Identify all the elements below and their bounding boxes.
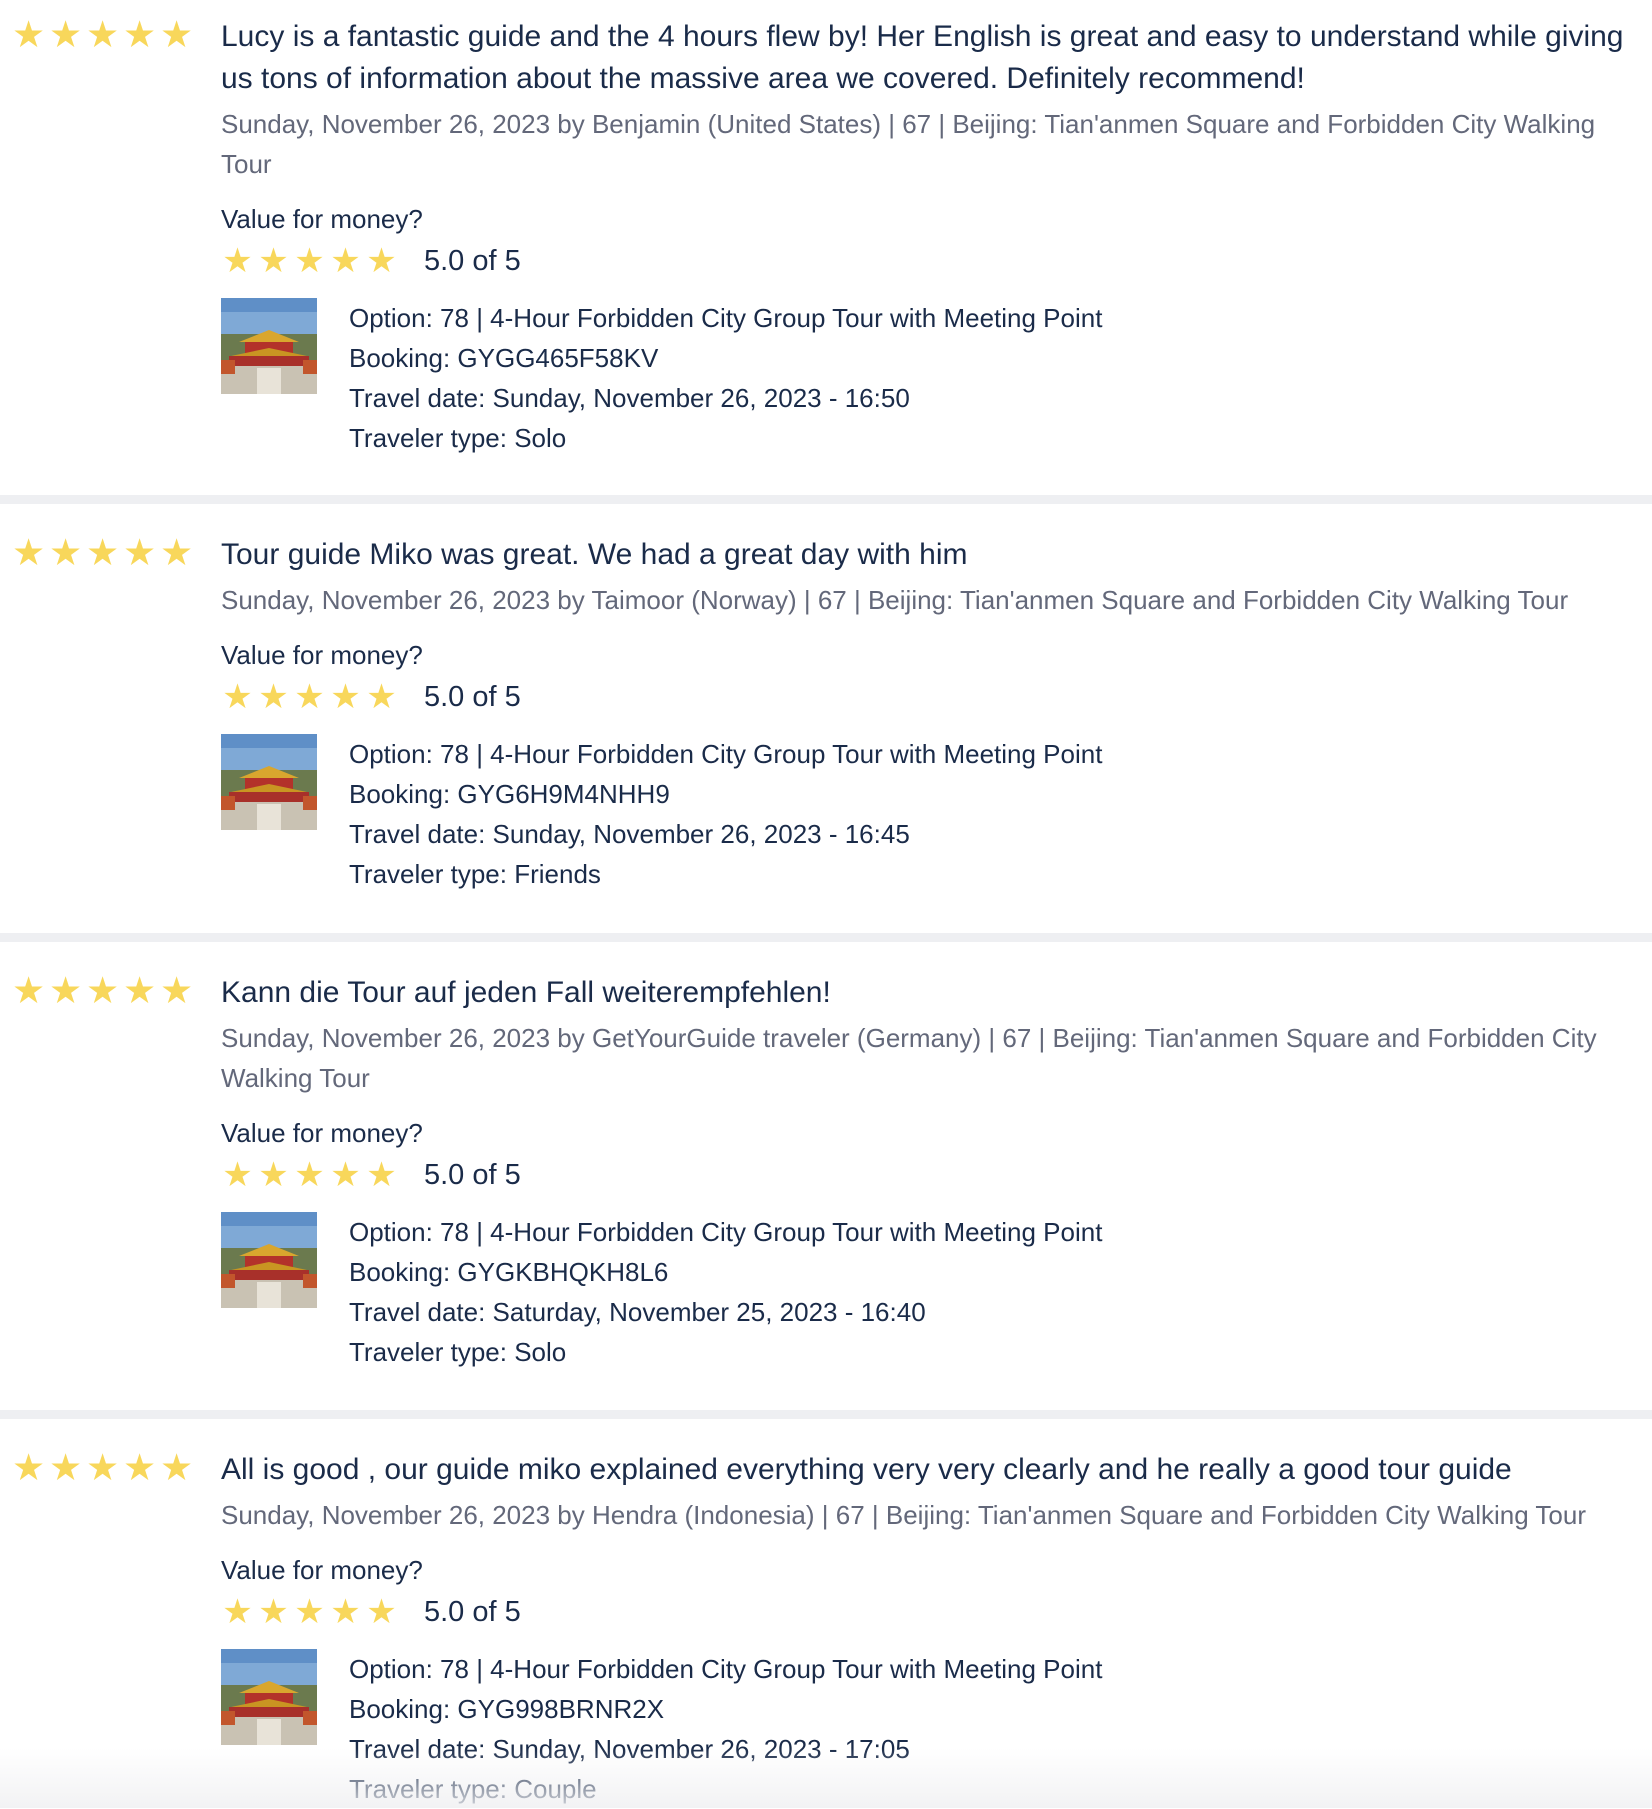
star-icon: ★ xyxy=(222,1593,253,1631)
star-icon: ★ xyxy=(258,678,289,716)
tour-thumbnail[interactable] xyxy=(221,734,317,830)
review-title: Kann die Tour auf jeden Fall weiterempfe… xyxy=(221,976,831,1009)
star-icon: ★ xyxy=(330,1593,361,1631)
traveler-type: Traveler type: Solo xyxy=(349,1337,567,1367)
star-icon: ★ xyxy=(366,242,397,280)
star-icon: ★ xyxy=(49,1447,83,1488)
value-for-money-rating: ★ ★ ★ ★ ★ 5.0 of 5 xyxy=(221,1589,1646,1635)
value-for-money-rating: ★ ★ ★ ★ ★ 5.0 of 5 xyxy=(221,238,1646,284)
review-rating-stars: ★ ★ ★ ★ ★ xyxy=(12,972,193,1009)
option-name: Option: 78 | 4-Hour Forbidden City Group… xyxy=(349,303,1103,333)
review-rating-stars: ★ ★ ★ ★ ★ xyxy=(12,1449,193,1486)
star-icon: ★ xyxy=(12,14,46,55)
review-rating-stars: ★ ★ ★ ★ ★ xyxy=(12,16,193,53)
forbidden-city-image xyxy=(221,1212,317,1308)
traveler-type: Traveler type: Solo xyxy=(349,423,567,453)
value-for-money-score: 5.0 of 5 xyxy=(424,680,521,713)
star-icon: ★ xyxy=(160,1447,194,1488)
star-icon: ★ xyxy=(294,678,325,716)
star-icon: ★ xyxy=(258,1156,289,1194)
star-icon: ★ xyxy=(86,532,120,573)
forbidden-city-image xyxy=(221,298,317,394)
review-title: All is good , our guide miko explained e… xyxy=(221,1453,1512,1486)
star-icon: ★ xyxy=(49,14,83,55)
star-icon: ★ xyxy=(258,1593,289,1631)
star-icon: ★ xyxy=(222,678,253,716)
forbidden-city-image xyxy=(221,1649,317,1745)
star-icon: ★ xyxy=(294,1593,325,1631)
option-name: Option: 78 | 4-Hour Forbidden City Group… xyxy=(349,739,1103,769)
travel-date: Travel date: Sunday, November 26, 2023 -… xyxy=(349,819,910,849)
star-icon: ★ xyxy=(330,678,361,716)
value-for-money-label: Value for money? xyxy=(221,640,423,670)
star-icon: ★ xyxy=(86,14,120,55)
booking-code: Booking: GYG998BRNR2X xyxy=(349,1694,665,1724)
tour-thumbnail[interactable] xyxy=(221,1649,317,1745)
booking-code: Booking: GYGKBHQKH8L6 xyxy=(349,1257,669,1287)
star-icon: ★ xyxy=(123,14,157,55)
star-icon: ★ xyxy=(294,1156,325,1194)
booking-code: Booking: GYG6H9M4NHH9 xyxy=(349,779,670,809)
review-meta: Sunday, November 26, 2023 by GetYourGuid… xyxy=(221,1023,1597,1093)
star-icon: ★ xyxy=(222,242,253,280)
star-icon: ★ xyxy=(123,970,157,1011)
value-for-money-score: 5.0 of 5 xyxy=(424,1595,521,1628)
forbidden-city-image xyxy=(221,734,317,830)
star-icon: ★ xyxy=(258,242,289,280)
star-icon: ★ xyxy=(49,532,83,573)
travel-date: Travel date: Sunday, November 26, 2023 -… xyxy=(349,383,910,413)
travel-date: Travel date: Sunday, November 26, 2023 -… xyxy=(349,1734,910,1764)
star-icon: ★ xyxy=(366,1593,397,1631)
star-icon: ★ xyxy=(330,242,361,280)
traveler-type: Traveler type: Couple xyxy=(349,1774,597,1804)
star-icon: ★ xyxy=(330,1156,361,1194)
review-meta: Sunday, November 26, 2023 by Benjamin (U… xyxy=(221,109,1596,179)
review-rating-stars: ★ ★ ★ ★ ★ xyxy=(12,534,193,571)
star-icon: ★ xyxy=(366,678,397,716)
value-for-money-label: Value for money? xyxy=(221,1118,423,1148)
review-meta: Sunday, November 26, 2023 by Hendra (Ind… xyxy=(221,1500,1586,1530)
star-icon: ★ xyxy=(294,242,325,280)
tour-thumbnail[interactable] xyxy=(221,1212,317,1308)
review-title: Lucy is a fantastic guide and the 4 hour… xyxy=(221,20,1624,95)
value-for-money-stars: ★ ★ ★ ★ ★ xyxy=(221,1158,398,1192)
booking-code: Booking: GYGG465F58KV xyxy=(349,343,659,373)
value-for-money-score: 5.0 of 5 xyxy=(424,244,521,277)
value-for-money-stars: ★ ★ ★ ★ ★ xyxy=(221,244,398,278)
star-icon: ★ xyxy=(49,970,83,1011)
tour-thumbnail[interactable] xyxy=(221,298,317,394)
review-divider xyxy=(0,495,1652,504)
booking-details: Option: 78 | 4-Hour Forbidden City Group… xyxy=(221,1649,1646,1809)
star-icon: ★ xyxy=(366,1156,397,1194)
option-name: Option: 78 | 4-Hour Forbidden City Group… xyxy=(349,1654,1103,1684)
value-for-money-rating: ★ ★ ★ ★ ★ 5.0 of 5 xyxy=(221,674,1646,720)
option-name: Option: 78 | 4-Hour Forbidden City Group… xyxy=(349,1217,1103,1247)
star-icon: ★ xyxy=(123,532,157,573)
star-icon: ★ xyxy=(160,532,194,573)
booking-details: Option: 78 | 4-Hour Forbidden City Group… xyxy=(221,734,1646,894)
booking-details: Option: 78 | 4-Hour Forbidden City Group… xyxy=(221,1212,1646,1372)
value-for-money-label: Value for money? xyxy=(221,204,423,234)
star-icon: ★ xyxy=(86,970,120,1011)
booking-details: Option: 78 | 4-Hour Forbidden City Group… xyxy=(221,298,1646,458)
star-icon: ★ xyxy=(160,970,194,1011)
value-for-money-rating: ★ ★ ★ ★ ★ 5.0 of 5 xyxy=(221,1152,1646,1198)
value-for-money-score: 5.0 of 5 xyxy=(424,1158,521,1191)
star-icon: ★ xyxy=(12,1447,46,1488)
star-icon: ★ xyxy=(160,14,194,55)
travel-date: Travel date: Saturday, November 25, 2023… xyxy=(349,1297,926,1327)
star-icon: ★ xyxy=(222,1156,253,1194)
value-for-money-stars: ★ ★ ★ ★ ★ xyxy=(221,1595,398,1629)
star-icon: ★ xyxy=(12,970,46,1011)
star-icon: ★ xyxy=(123,1447,157,1488)
review-meta: Sunday, November 26, 2023 by Taimoor (No… xyxy=(221,585,1569,615)
traveler-type: Traveler type: Friends xyxy=(349,859,601,889)
review-divider xyxy=(0,933,1652,942)
review-divider xyxy=(0,1410,1652,1419)
value-for-money-stars: ★ ★ ★ ★ ★ xyxy=(221,680,398,714)
star-icon: ★ xyxy=(12,532,46,573)
value-for-money-label: Value for money? xyxy=(221,1555,423,1585)
review-title: Tour guide Miko was great. We had a grea… xyxy=(221,538,968,571)
star-icon: ★ xyxy=(86,1447,120,1488)
